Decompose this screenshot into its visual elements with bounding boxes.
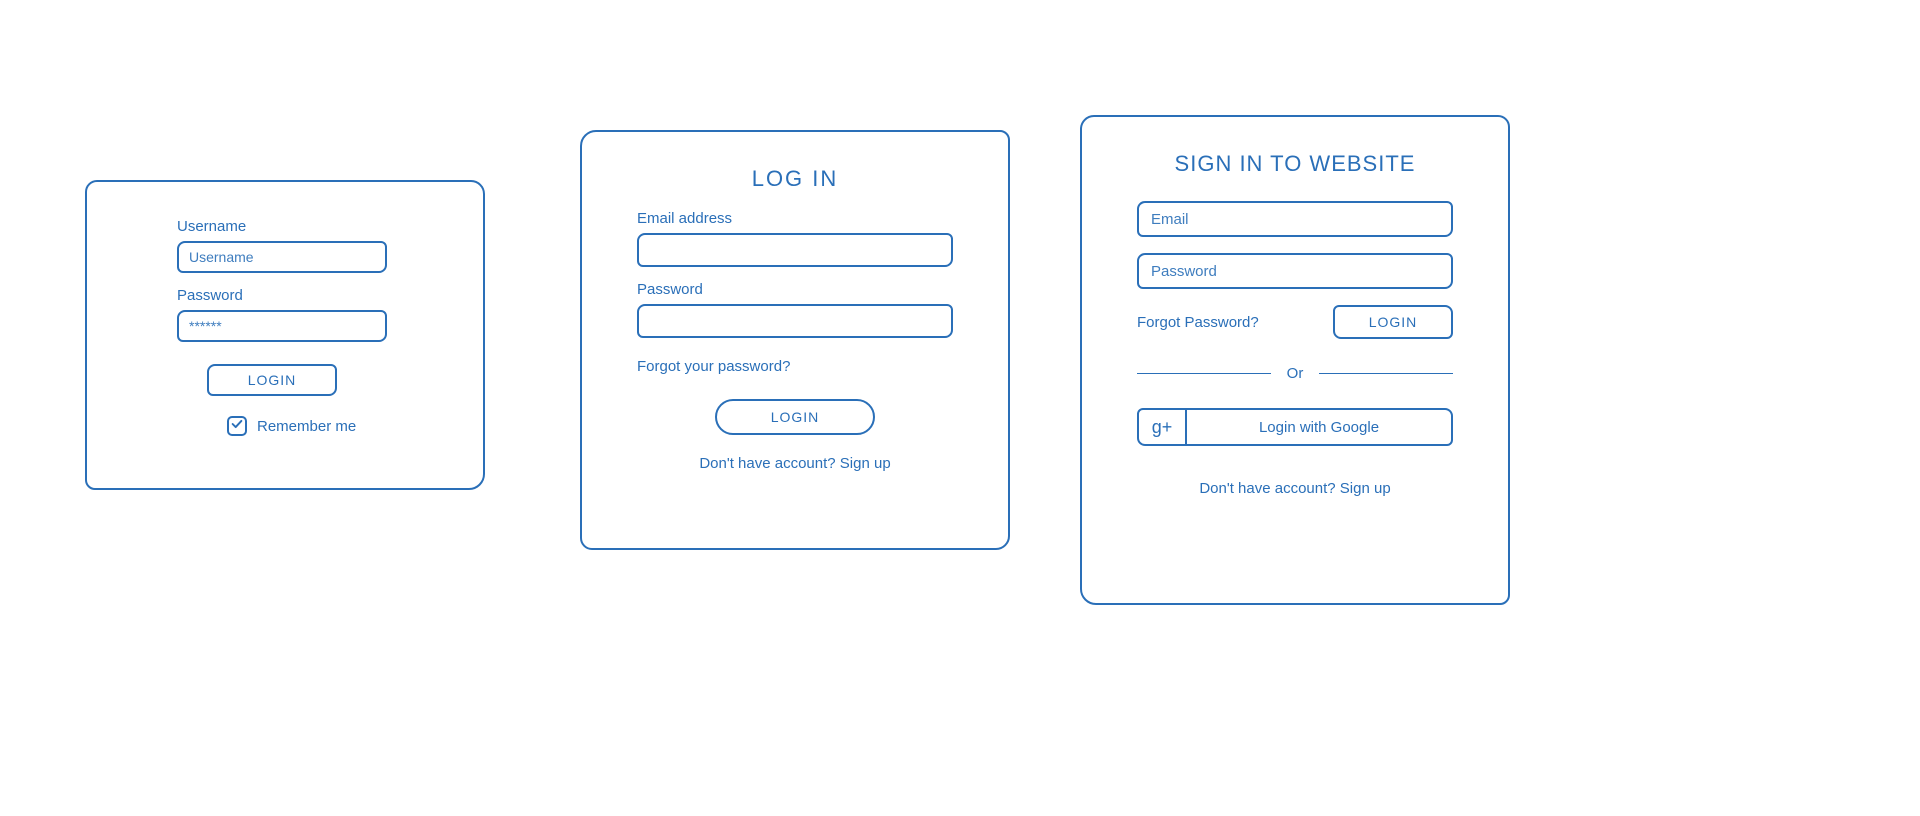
login-button[interactable]: LOGIN — [1333, 305, 1453, 339]
divider-line-left — [1137, 373, 1271, 374]
signup-link[interactable]: Don't have account? Sign up — [637, 455, 953, 472]
divider-line-right — [1319, 373, 1453, 374]
email-label: Email address — [637, 210, 953, 227]
email-input[interactable] — [1137, 201, 1453, 237]
remember-me-checkbox[interactable] — [227, 416, 247, 436]
divider: Or — [1137, 365, 1453, 382]
login-button[interactable]: LOGIN — [207, 364, 337, 396]
signup-link[interactable]: Don't have account? Sign up — [1137, 480, 1453, 497]
forgot-password-link[interactable]: Forgot Password? — [1137, 314, 1259, 331]
login-button[interactable]: LOGIN — [715, 399, 875, 435]
google-plus-icon: g+ — [1139, 410, 1187, 444]
username-label: Username — [177, 218, 433, 235]
email-input[interactable] — [637, 233, 953, 267]
google-button-label: Login with Google — [1187, 410, 1451, 444]
login-title: LOG IN — [637, 166, 953, 192]
login-card-email: LOG IN Email address Password Forgot you… — [580, 130, 1010, 550]
login-with-google-button[interactable]: g+ Login with Google — [1137, 408, 1453, 446]
check-icon — [230, 417, 244, 435]
divider-label: Or — [1287, 365, 1304, 382]
password-label: Password — [637, 281, 953, 298]
login-card-social: SIGN IN TO WEBSITE Forgot Password? LOGI… — [1080, 115, 1510, 605]
signin-title: SIGN IN TO WEBSITE — [1137, 151, 1453, 177]
forgot-password-link[interactable]: Forgot your password? — [637, 358, 953, 375]
password-input[interactable] — [177, 310, 387, 342]
login-card-basic: Username Password LOGIN Remember me — [85, 180, 485, 490]
password-input[interactable] — [1137, 253, 1453, 289]
password-input[interactable] — [637, 304, 953, 338]
remember-me-label: Remember me — [257, 418, 356, 435]
username-input[interactable] — [177, 241, 387, 273]
password-label: Password — [177, 287, 433, 304]
